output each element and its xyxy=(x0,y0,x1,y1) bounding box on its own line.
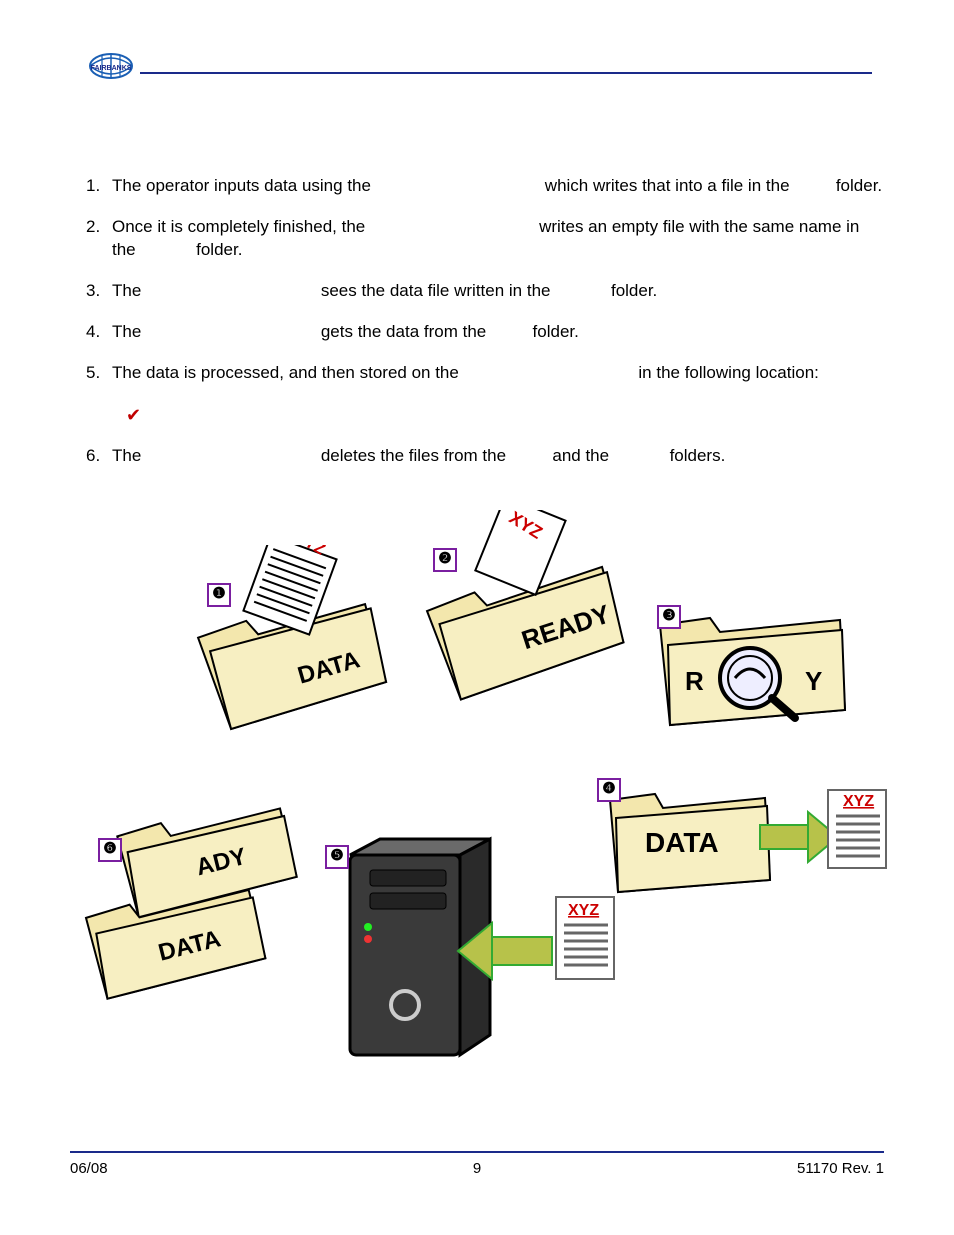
section-title: Steps of the File Interface Process xyxy=(70,116,397,139)
callout-4: ❹ xyxy=(597,778,621,802)
svg-text:XYZ: XYZ xyxy=(843,793,874,810)
svg-text:DATA: DATA xyxy=(645,827,719,858)
svg-text:Y: Y xyxy=(805,666,822,696)
callout-5: ❺ xyxy=(325,845,349,869)
step-2: 2. Once it is completely finished, the a… xyxy=(86,216,884,262)
arrow-right-icon xyxy=(760,812,838,862)
footer-date: 06/08 xyxy=(70,1160,108,1177)
callout-3: ❸ xyxy=(657,605,681,629)
footer: 06/08 9 51170 Rev. 1 xyxy=(70,1160,884,1177)
footer-page: 9 xyxy=(473,1160,481,1177)
illustration-data-folder-1: DATA XYZ xyxy=(180,545,400,750)
check-path-line: ✔ c: \program files\file interface xyxy=(126,403,884,427)
step-4: 4. The File Interface Service gets the d… xyxy=(86,321,884,344)
illustration-ready-folder: READY XYZ xyxy=(400,510,640,715)
footer-rule xyxy=(70,1151,884,1153)
svg-text:R: R xyxy=(685,666,704,696)
callout-2: ❷ xyxy=(433,548,457,572)
footer-doc: 51170 Rev. 1 xyxy=(797,1160,884,1177)
header-rule xyxy=(140,72,872,74)
step-6: 6. The File Interface Service deletes th… xyxy=(86,445,884,468)
svg-text:XYZ: XYZ xyxy=(568,902,599,919)
step-1: 1. The operator inputs data using the ap… xyxy=(86,175,884,198)
callout-6: ❻ xyxy=(98,838,122,862)
steps-list: 1. The operator inputs data using the ap… xyxy=(86,175,884,486)
step-3: 3. The File Interface Service sees the d… xyxy=(86,280,884,303)
callout-1: ❶ xyxy=(207,583,231,607)
fairbanks-logo: FAIRBANKS xyxy=(82,48,140,92)
svg-text:FAIRBANKS: FAIRBANKS xyxy=(91,65,132,72)
illustration-server: XYZ xyxy=(310,835,630,1080)
illustration-data-export: DATA XYZ xyxy=(600,770,890,925)
step-5: 5. The data is processed, and then store… xyxy=(86,362,884,385)
illustration-folders-delete: ADY DATA xyxy=(80,790,310,1005)
